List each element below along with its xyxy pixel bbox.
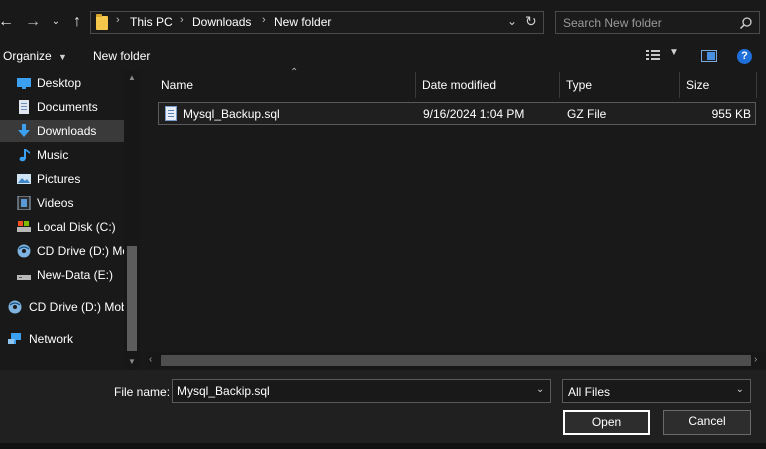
refresh-icon[interactable]: ↻ [525,13,537,30]
nav-item-downloads[interactable]: Downloads [0,120,124,142]
nav-item-cd-drive[interactable]: CD Drive (D:) Mo [0,240,124,262]
nav-label: Downloads [37,124,97,138]
file-type-select[interactable]: All Files ⌄ [562,379,751,403]
drive-icon [17,275,31,280]
column-header-name[interactable]: ⌃ Name [155,67,415,98]
chevron-right-icon[interactable]: › [180,14,184,26]
search-box[interactable]: Search New folder [555,11,760,34]
folder-icon [96,14,108,30]
search-icon[interactable] [739,16,753,30]
address-bar: ← → ⌄ ↑ › This PC › Downloads › New fold… [0,0,766,44]
breadcrumb[interactable]: › This PC › Downloads › New folder ⌄ ↻ [90,11,544,34]
nav-label: CD Drive (D:) Mo [37,244,124,258]
column-header-label: Size [686,78,710,92]
scroll-up-icon[interactable]: ▲ [128,73,136,82]
command-toolbar: Organize ▼ New folder ▼ ? [0,44,766,70]
nav-item-videos[interactable]: Videos [0,192,124,214]
nav-label: Pictures [37,172,81,186]
column-header-date[interactable]: Date modified [416,70,560,98]
scrollbar-thumb[interactable] [161,355,751,366]
cancel-button[interactable]: Cancel [663,410,751,435]
nav-item-desktop[interactable]: Desktop [0,72,124,94]
file-list-horizontal-scrollbar[interactable]: ‹ › [145,352,766,369]
nav-item-local-disk[interactable]: Local Disk (C:) [0,216,124,238]
nav-label: CD Drive (D:) Mob [29,300,124,314]
column-header-label: Date modified [422,78,497,92]
nav-label: Videos [37,196,74,210]
chevron-right-icon[interactable]: › [262,14,266,26]
scroll-down-icon[interactable]: ▼ [128,357,136,366]
caret-down-icon: ▼ [58,52,67,62]
nav-label: New-Data (E:) [37,268,114,282]
file-name-dropdown-icon[interactable]: ⌄ [536,384,544,395]
address-dropdown-icon[interactable]: ⌄ [507,14,517,28]
nav-label: Desktop [37,76,82,90]
column-divider[interactable] [756,72,757,98]
nav-label: Music [37,148,69,162]
nav-item-network[interactable]: Network [0,328,124,350]
dialog-footer: File name: ⌄ All Files ⌄ Open Cancel [0,370,766,449]
nav-label: Local Disk (C:) [37,220,116,234]
scrollbar-thumb[interactable] [127,246,137,351]
view-dropdown-icon[interactable]: ▼ [669,47,679,58]
cd-drive-icon [17,244,31,258]
desktop-icon [17,78,31,89]
file-name-input[interactable] [172,379,551,403]
file-name: Mysql_Backup.sql [183,107,280,121]
cd-drive-icon [8,300,22,314]
forward-arrow-icon[interactable]: → [25,12,41,32]
navigation-scrollbar[interactable]: ▲ ▼ [124,70,140,370]
open-button[interactable]: Open [563,410,650,435]
preview-pane-icon[interactable] [701,50,717,62]
nav-item-new-data[interactable]: New-Data (E:) [0,264,124,286]
organize-button[interactable]: Organize ▼ [3,49,67,63]
up-arrow-icon[interactable]: ↑ [70,12,84,32]
scroll-right-icon[interactable]: › [754,354,757,365]
nav-item-music[interactable]: Music [0,144,124,166]
network-icon [8,333,21,344]
help-icon[interactable]: ? [737,49,752,64]
breadcrumb-new-folder[interactable]: New folder [274,15,331,29]
nav-item-cd-drive-root[interactable]: CD Drive (D:) Mob [0,296,124,318]
local-disk-icon [17,221,31,232]
column-header-type[interactable]: Type [560,70,679,98]
nav-item-pictures[interactable]: Pictures [0,168,124,190]
music-icon [19,149,30,162]
nav-item-documents[interactable]: Documents [0,96,124,118]
documents-icon [19,100,29,114]
new-folder-button[interactable]: New folder [93,49,150,63]
scroll-left-icon[interactable]: ‹ [149,354,152,365]
videos-icon [17,196,31,210]
window-bottom-edge [0,443,766,449]
breadcrumb-downloads[interactable]: Downloads [192,15,251,29]
table-row[interactable]: Mysql_Backup.sql 9/16/2024 1:04 PM GZ Fi… [158,102,756,125]
column-header-label: Type [566,78,593,92]
sql-file-icon [165,106,177,121]
file-type: GZ File [567,107,607,121]
downloads-icon [18,124,30,137]
chevron-down-icon: ⌄ [735,384,744,395]
nav-label: Network [29,332,74,346]
file-type-value: All Files [568,385,611,399]
back-arrow-icon[interactable]: ← [0,12,14,32]
organize-label: Organize [3,49,52,63]
file-name-label: File name: [114,385,171,399]
search-placeholder: Search New folder [563,16,662,30]
breadcrumb-this-pc[interactable]: This PC [130,15,173,29]
recent-locations-chevron-icon[interactable]: ⌄ [51,12,61,32]
file-list: ⌃ Name Date modified Type Size Mysql_Bac… [145,67,766,370]
sort-ascending-icon: ⌃ [290,67,299,78]
file-size: 955 KB [711,107,751,121]
file-date: 9/16/2024 1:04 PM [423,107,525,121]
column-header-label: Name [161,78,194,92]
nav-label: Documents [37,100,98,114]
column-header-size[interactable]: Size [680,70,756,98]
pictures-icon [17,174,31,184]
navigation-pane: Desktop Documents Downloads Music Pictur… [0,70,141,370]
chevron-right-icon[interactable]: › [116,14,120,26]
view-options-icon[interactable] [646,49,660,61]
